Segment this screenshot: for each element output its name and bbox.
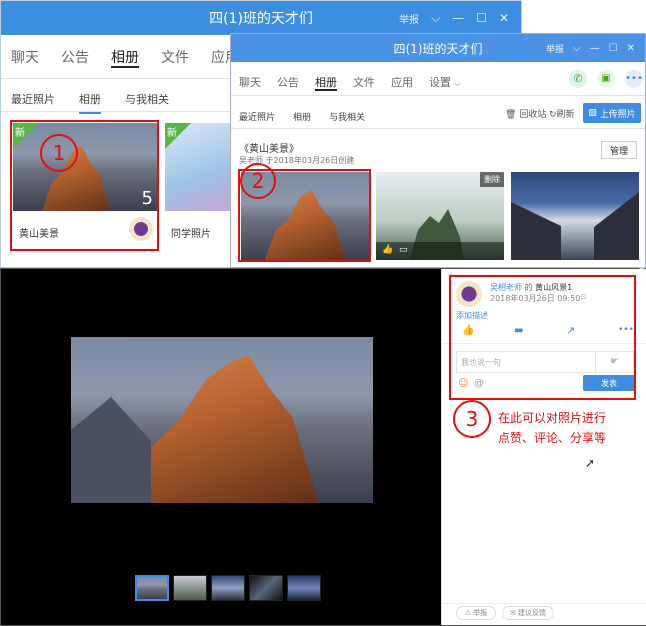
comment-icon[interactable]: ▭ bbox=[399, 245, 408, 255]
footer-report-button[interactable]: ⚠ 举报 bbox=[456, 606, 496, 620]
feedback-label: 建议反馈 bbox=[518, 609, 547, 617]
window-title: 四(1)班的天才们 bbox=[209, 11, 313, 27]
subtab-album[interactable]: 相册 bbox=[79, 91, 101, 114]
chevron-down-icon: ⌵ bbox=[454, 79, 461, 88]
annotation-box-3 bbox=[449, 275, 636, 400]
upload-button[interactable]: ▨ 上传照片 bbox=[583, 103, 641, 123]
recycle-label: 回收站 bbox=[519, 110, 547, 120]
main-photo bbox=[71, 337, 373, 503]
back-titlebar: 四(1)班的天才们 举报 ⌵ — ☐ ✕ bbox=[1, 1, 521, 35]
footer-report-label: 举报 bbox=[473, 609, 488, 617]
divider bbox=[442, 603, 646, 604]
thumbnail[interactable] bbox=[173, 575, 207, 601]
calendar-icon[interactable]: ▣ bbox=[597, 70, 615, 88]
report-button[interactable]: 举报 bbox=[546, 42, 564, 55]
annotation-note-line: 点赞、评论、分享等 bbox=[498, 431, 607, 445]
delete-button[interactable]: 删除 bbox=[480, 172, 504, 187]
upload-label: 上传照片 bbox=[599, 109, 636, 120]
tab-chat[interactable]: 聊天 bbox=[239, 74, 261, 90]
like-icon[interactable]: 👍 bbox=[382, 245, 393, 255]
divider bbox=[231, 95, 645, 96]
subtab-related[interactable]: 与我相关 bbox=[125, 91, 169, 107]
tab-files[interactable]: 文件 bbox=[161, 47, 189, 67]
annotation-note: 在此可以对照片进行 点赞、评论、分享等 bbox=[498, 408, 606, 448]
tab-chat[interactable]: 聊天 bbox=[11, 47, 39, 67]
feedback-icon: ✉ bbox=[509, 609, 516, 617]
report-icon: ⚠ bbox=[464, 609, 472, 617]
photo-action-bar: 👍 ▭ bbox=[376, 242, 504, 260]
recycle-button[interactable]: 🗑 回收站 bbox=[505, 107, 546, 120]
front-tabs: 聊天 公告 相册 文件 应用 设置 ⌵ bbox=[239, 74, 461, 91]
thumbnail[interactable] bbox=[135, 575, 169, 601]
viewer-close-icon[interactable]: ✕ bbox=[638, 265, 646, 276]
minimize-icon[interactable]: — bbox=[590, 43, 600, 54]
maximize-icon[interactable]: ☐ bbox=[476, 11, 487, 25]
image-icon: ▨ bbox=[588, 108, 597, 118]
refresh-button[interactable]: ↻刷新 bbox=[549, 107, 575, 120]
subtab-related[interactable]: 与我相关 bbox=[329, 110, 365, 123]
divider bbox=[1, 111, 231, 112]
chevron-down-icon[interactable]: ⌵ bbox=[573, 43, 581, 54]
thumbnail[interactable] bbox=[249, 575, 283, 601]
minimize-icon[interactable]: — bbox=[452, 11, 464, 25]
photo-item[interactable]: 删除 👍 ▭ bbox=[376, 172, 504, 260]
refresh-label: 刷新 bbox=[556, 110, 575, 120]
tab-notice[interactable]: 公告 bbox=[61, 47, 89, 67]
tab-album[interactable]: 相册 bbox=[315, 74, 337, 91]
tab-files[interactable]: 文件 bbox=[353, 74, 375, 90]
report-button[interactable]: 举报 bbox=[399, 11, 419, 26]
tab-notice[interactable]: 公告 bbox=[277, 74, 299, 90]
front-subtabs: 最近照片 相册 与我相关 bbox=[239, 110, 365, 123]
front-titlebar: 四(1)班的天才们 举报 ⌵ — ☐ ✕ bbox=[231, 34, 645, 62]
cursor-icon: ➚ bbox=[585, 456, 596, 470]
subtab-recent[interactable]: 最近照片 bbox=[11, 91, 55, 107]
album-cover: 新 bbox=[165, 123, 231, 211]
thumbnail[interactable] bbox=[287, 575, 321, 601]
subtab-recent[interactable]: 最近照片 bbox=[239, 110, 275, 123]
annotation-number-2: 2 bbox=[240, 163, 276, 199]
thumbnail[interactable] bbox=[211, 575, 245, 601]
divider bbox=[1, 78, 231, 79]
feedback-button[interactable]: ✉ 建议反馈 bbox=[502, 606, 554, 620]
back-subtabs: 最近照片 相册 与我相关 bbox=[11, 91, 169, 114]
annotation-number-3: 3 bbox=[453, 400, 491, 438]
more-icon[interactable]: ••• bbox=[625, 70, 643, 88]
chevron-down-icon[interactable]: ⌵ bbox=[431, 11, 440, 26]
annotation-number-1: 1 bbox=[40, 134, 78, 172]
new-badge-label: 新 bbox=[167, 128, 177, 139]
annotation-note-line: 在此可以对照片进行 bbox=[498, 411, 607, 425]
close-icon[interactable]: ✕ bbox=[499, 11, 509, 25]
trash-icon: 🗑 bbox=[505, 110, 517, 120]
maximize-icon[interactable]: ☐ bbox=[609, 43, 618, 54]
back-tabs: 聊天 公告 相册 文件 应用 bbox=[11, 47, 239, 68]
tab-settings[interactable]: 设置 ⌵ bbox=[429, 74, 461, 90]
tab-album[interactable]: 相册 bbox=[111, 47, 139, 68]
tab-apps[interactable]: 应用 bbox=[391, 74, 413, 90]
album-name: 同学照片 bbox=[171, 229, 211, 240]
album-card[interactable]: 新 同学照片 bbox=[165, 123, 231, 251]
call-icon[interactable]: ✆ bbox=[569, 70, 587, 88]
divider bbox=[231, 128, 645, 129]
refresh-icon: ↻ bbox=[549, 110, 557, 120]
album-title: 《黄山美景》 bbox=[239, 144, 299, 155]
window-title: 四(1)班的天才们 bbox=[393, 41, 483, 56]
manage-button[interactable]: 管理 bbox=[601, 141, 637, 159]
close-icon[interactable]: ✕ bbox=[627, 43, 635, 54]
photo-item[interactable] bbox=[511, 172, 639, 260]
subtab-album[interactable]: 相册 bbox=[293, 110, 311, 123]
tab-settings-label: 设置 bbox=[429, 76, 451, 89]
annotation-box-1 bbox=[10, 120, 159, 251]
